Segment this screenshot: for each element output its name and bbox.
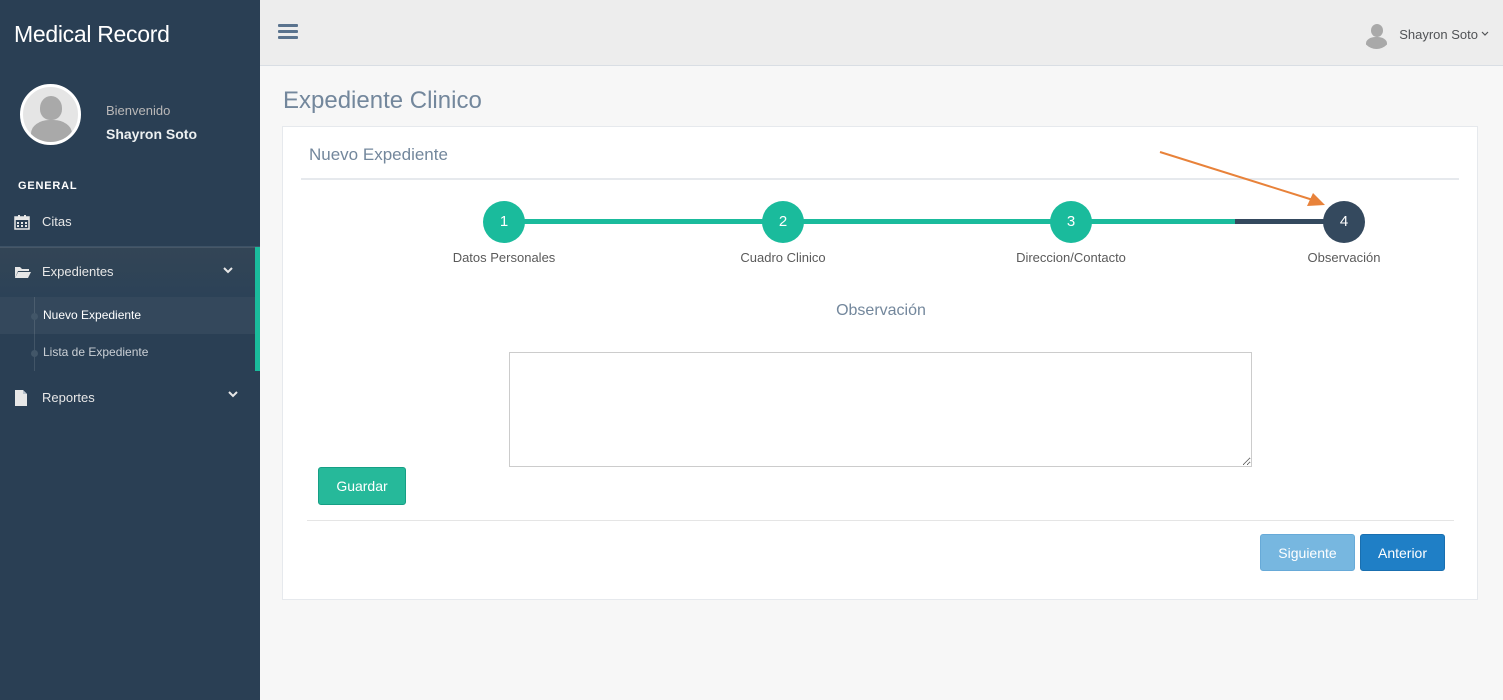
menu-toggle-icon[interactable] [278, 24, 298, 40]
chevron-down-icon [1481, 29, 1489, 40]
user-name: Shayron Soto [1399, 27, 1478, 42]
app-title[interactable]: Medical Record [0, 0, 260, 66]
submenu-expedientes: Nuevo Expediente Lista de Expediente [0, 297, 260, 371]
save-button[interactable]: Guardar [318, 467, 406, 505]
sidebar-item-label: Citas [42, 214, 72, 229]
previous-button[interactable]: Anterior [1360, 534, 1445, 571]
step-1-circle[interactable]: 1 [483, 201, 525, 243]
section-title-general: GENERAL [18, 180, 78, 192]
step-3-circle[interactable]: 3 [1050, 201, 1092, 243]
chevron-down-icon [228, 371, 238, 417]
sidebar-item-expedientes[interactable]: Expedientes [0, 247, 260, 297]
step-connector [783, 219, 1073, 224]
step-1-label[interactable]: Datos Personales [404, 250, 604, 265]
profile-name: Shayron Soto [106, 126, 198, 142]
page-title: Expediente Clinico [283, 87, 482, 114]
step-4-label[interactable]: Observación [1244, 250, 1444, 265]
observacion-heading: Observación [836, 302, 926, 319]
step-connector [1235, 219, 1325, 224]
calendar-icon [14, 214, 42, 230]
profile-block: Bienvenido Shayron Soto [0, 66, 260, 166]
next-button[interactable]: Siguiente [1260, 534, 1355, 571]
sidebar-item-reportes[interactable]: Reportes [0, 371, 260, 425]
observacion-textarea[interactable] [509, 352, 1252, 467]
annotation-arrow-icon [1159, 151, 1325, 206]
divider [307, 520, 1454, 521]
welcome-text: Bienvenido [106, 103, 171, 118]
sidebar-item-nuevo-expediente[interactable]: Nuevo Expediente [0, 297, 255, 334]
sidebar-item-label: Expedientes [42, 264, 114, 279]
sidebar-item-lista-expediente[interactable]: Lista de Expediente [0, 334, 255, 371]
sidebar: Medical Record Bienvenido Shayron Soto G… [0, 0, 260, 700]
file-icon [14, 390, 42, 406]
user-menu[interactable]: Shayron Soto [1362, 20, 1489, 49]
step-connector [1071, 219, 1236, 224]
step-connector [505, 219, 795, 224]
step-2-label[interactable]: Cuadro Clinico [683, 250, 883, 265]
sidebar-item-citas[interactable]: Citas [0, 198, 260, 246]
chevron-down-icon [223, 247, 233, 293]
avatar [20, 84, 81, 145]
avatar [1362, 20, 1392, 49]
step-2-circle[interactable]: 2 [762, 201, 804, 243]
top-nav: Shayron Soto [260, 0, 1503, 66]
step-3-label[interactable]: Direccion/Contacto [971, 250, 1171, 265]
sidebar-item-label: Reportes [42, 390, 95, 405]
folder-open-icon [14, 265, 42, 279]
